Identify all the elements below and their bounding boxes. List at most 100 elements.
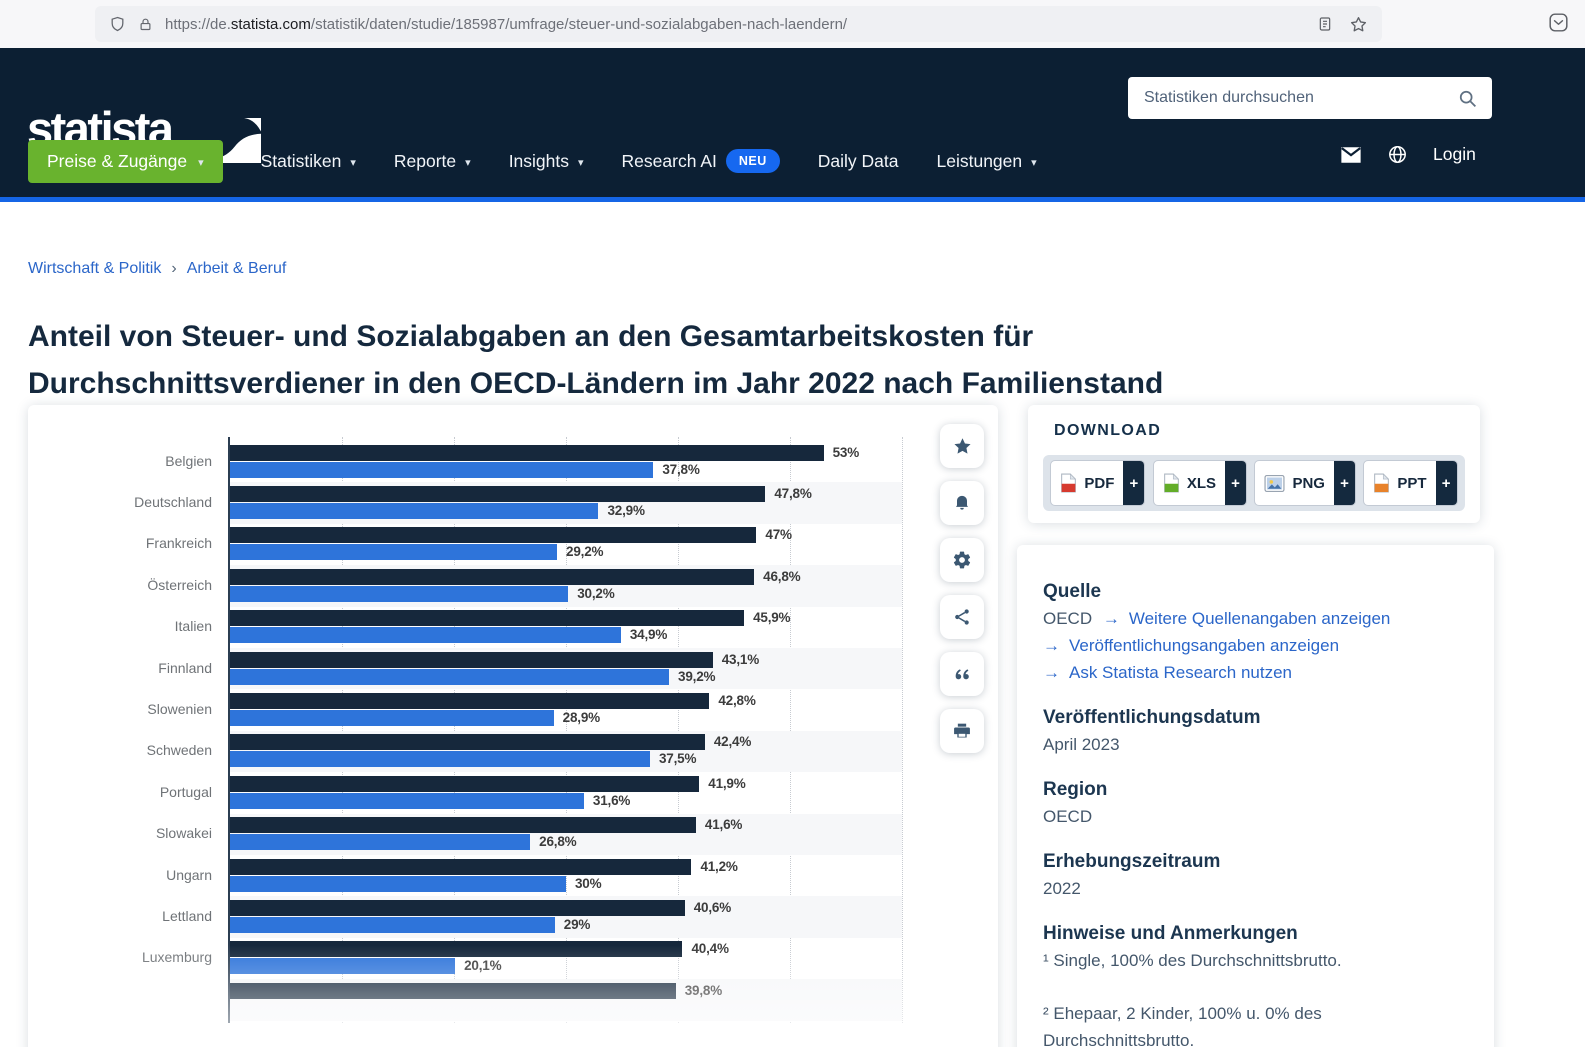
print-icon [952, 721, 972, 741]
ask-statista-link[interactable]: Ask Statista Research nutzen [1069, 663, 1292, 682]
nav-item-insights[interactable]: Insights ▾ [509, 151, 584, 172]
source-heading: Quelle [1043, 581, 1102, 602]
chart-row: 41,9% 31,6% Portugal [160, 772, 902, 813]
download-png-button[interactable]: PNG + [1254, 460, 1356, 506]
breadcrumb-link-wirtschaft-politik[interactable]: Wirtschaft & Politik [28, 260, 161, 278]
browser-window: https://de.statista.com/statistik/daten/… [0, 0, 1585, 1047]
chevron-down-icon: ▾ [350, 156, 356, 169]
country-label: Schweden [146, 742, 212, 759]
bar-value-label: 26,8% [539, 834, 577, 850]
country-label: Portugal [159, 783, 212, 800]
download-pdf-button[interactable]: PDF + [1050, 460, 1146, 506]
download-format-label: PPT [1397, 474, 1427, 492]
gridline [902, 437, 903, 1023]
chart-row: 41,2% 30% Ungarn [166, 855, 902, 896]
bar-value-label: 40,6% [693, 899, 731, 915]
chart-row: 43,1% 39,2% Finnland [158, 648, 902, 690]
region-value: OECD [1043, 807, 1093, 826]
mail-icon[interactable] [1340, 146, 1362, 164]
search-input[interactable] [1142, 88, 1457, 108]
publication-info-link[interactable]: Veröffentlichungsangaben anzeigen [1069, 636, 1339, 655]
download-heading: DOWNLOAD [1054, 422, 1162, 439]
png-image-icon [1264, 474, 1285, 493]
share-button[interactable] [940, 595, 984, 639]
bar-value-label: 32,9% [607, 502, 645, 518]
globe-icon[interactable] [1387, 144, 1408, 165]
country-label: Belgien [165, 452, 212, 469]
bar-series2 [230, 461, 654, 478]
login-link[interactable]: Login [1433, 144, 1476, 165]
bar-series1 [230, 775, 700, 792]
nav-item-research-ai[interactable]: Research AI NEU [622, 149, 780, 173]
main-nav-row: Preise & Zugänge ▾ Statistiken ▾ Reporte ▾ In… [28, 139, 1037, 183]
country-label: Finnland [158, 659, 212, 676]
chart-action-toolbar [940, 424, 984, 753]
pricing-access-button[interactable]: Preise & Zugänge ▾ [28, 139, 223, 183]
page-url: https://de.statista.com/statistik/daten/… [165, 15, 848, 33]
download-xls-plus-button[interactable]: + [1225, 461, 1247, 505]
bar-series1 [230, 568, 755, 585]
plot-area: 53% 37,8% Belgien 47,8% 32,9% Deutschland 47% 2… [134, 437, 903, 1023]
chevron-down-icon: ▾ [198, 156, 204, 169]
y-axis-line [228, 437, 230, 1023]
shield-icon[interactable] [109, 15, 126, 33]
nav-item-reporte[interactable]: Reporte ▾ [394, 151, 471, 172]
bar-series2 [230, 958, 456, 975]
bar-series2 [230, 875, 566, 892]
more-sources-link[interactable]: Weitere Quellenangaben anzeigen [1129, 609, 1391, 628]
source-name: OECD [1043, 609, 1093, 628]
download-ppt-plus-button[interactable]: + [1435, 461, 1457, 505]
header-user-area: Login [1340, 144, 1476, 165]
chart-row: 42,8% 28,9% Slowenien [147, 689, 902, 730]
bar-value-label: 39,8% [684, 982, 723, 998]
region-heading: Region [1043, 779, 1108, 800]
country-label: Frankreich [145, 535, 212, 552]
breadcrumb-separator: › [171, 260, 177, 277]
bar-series2 [230, 585, 569, 602]
search-icon[interactable] [1457, 88, 1478, 109]
bell-icon [952, 493, 972, 514]
chart-row: 45,9% 34,9% Italien [175, 607, 902, 648]
bar-series1 [230, 527, 757, 544]
url-bar[interactable]: https://de.statista.com/statistik/daten/… [95, 6, 1382, 42]
chevron-down-icon: ▾ [465, 156, 471, 169]
site-search [1128, 77, 1492, 119]
bar-value-label: 53% [832, 444, 860, 460]
favorite-star-button[interactable] [940, 424, 984, 468]
bar-value-label: 30% [575, 875, 602, 891]
download-xls-main: XLS [1154, 461, 1225, 505]
bar-value-label: 41,9% [708, 775, 746, 791]
save-to-pocket-icon[interactable] [1548, 12, 1569, 33]
bar-series2 [230, 502, 599, 519]
download-pdf-plus-button[interactable]: + [1123, 461, 1145, 505]
bar-value-label: 46,8% [763, 568, 801, 584]
cite-quote-button[interactable] [940, 652, 984, 696]
ppt-file-icon [1373, 473, 1390, 493]
bar-value-label: 29% [563, 916, 591, 932]
nav-item-daily-data[interactable]: Daily Data [818, 151, 899, 172]
gear-icon [952, 550, 972, 570]
download-ppt-button[interactable]: PPT + [1363, 460, 1458, 506]
nav-item-statistiken[interactable]: Statistiken ▾ [261, 151, 356, 172]
download-xls-button[interactable]: XLS + [1152, 460, 1248, 506]
bar-series2 [230, 792, 584, 809]
settings-gear-button[interactable] [940, 538, 984, 582]
footnote-2: ² Ehepaar, 2 Kinder, 100% u. 0% des Durc… [1043, 1004, 1322, 1047]
breadcrumb-link-arbeit-beruf[interactable]: Arbeit & Beruf [187, 260, 287, 278]
publication-info-line: → Veröffentlichungsangaben anzeigen [1043, 632, 1468, 659]
nav-item-leistungen[interactable]: Leistungen ▾ [937, 151, 1037, 172]
nav-item-label: Insights [508, 150, 569, 171]
print-button[interactable] [940, 709, 984, 753]
bar-series2 [230, 709, 554, 726]
reader-view-icon[interactable] [1317, 15, 1333, 33]
download-png-plus-button[interactable]: + [1333, 461, 1355, 505]
chevron-down-icon: ▾ [578, 156, 584, 169]
chart-row: 40,4% 20,1% Luxemburg [142, 938, 902, 979]
bookmark-star-icon[interactable] [1349, 15, 1368, 34]
lock-icon[interactable] [138, 16, 153, 33]
main-nav: Statistiken ▾ Reporte ▾ Insights ▾ Research AI… [261, 149, 1037, 173]
alerts-bell-button[interactable] [940, 481, 984, 525]
bar-value-label: 40,4% [691, 941, 729, 957]
bar-value-label: 45,9% [753, 610, 791, 626]
country-label: Slowakei [155, 825, 212, 842]
